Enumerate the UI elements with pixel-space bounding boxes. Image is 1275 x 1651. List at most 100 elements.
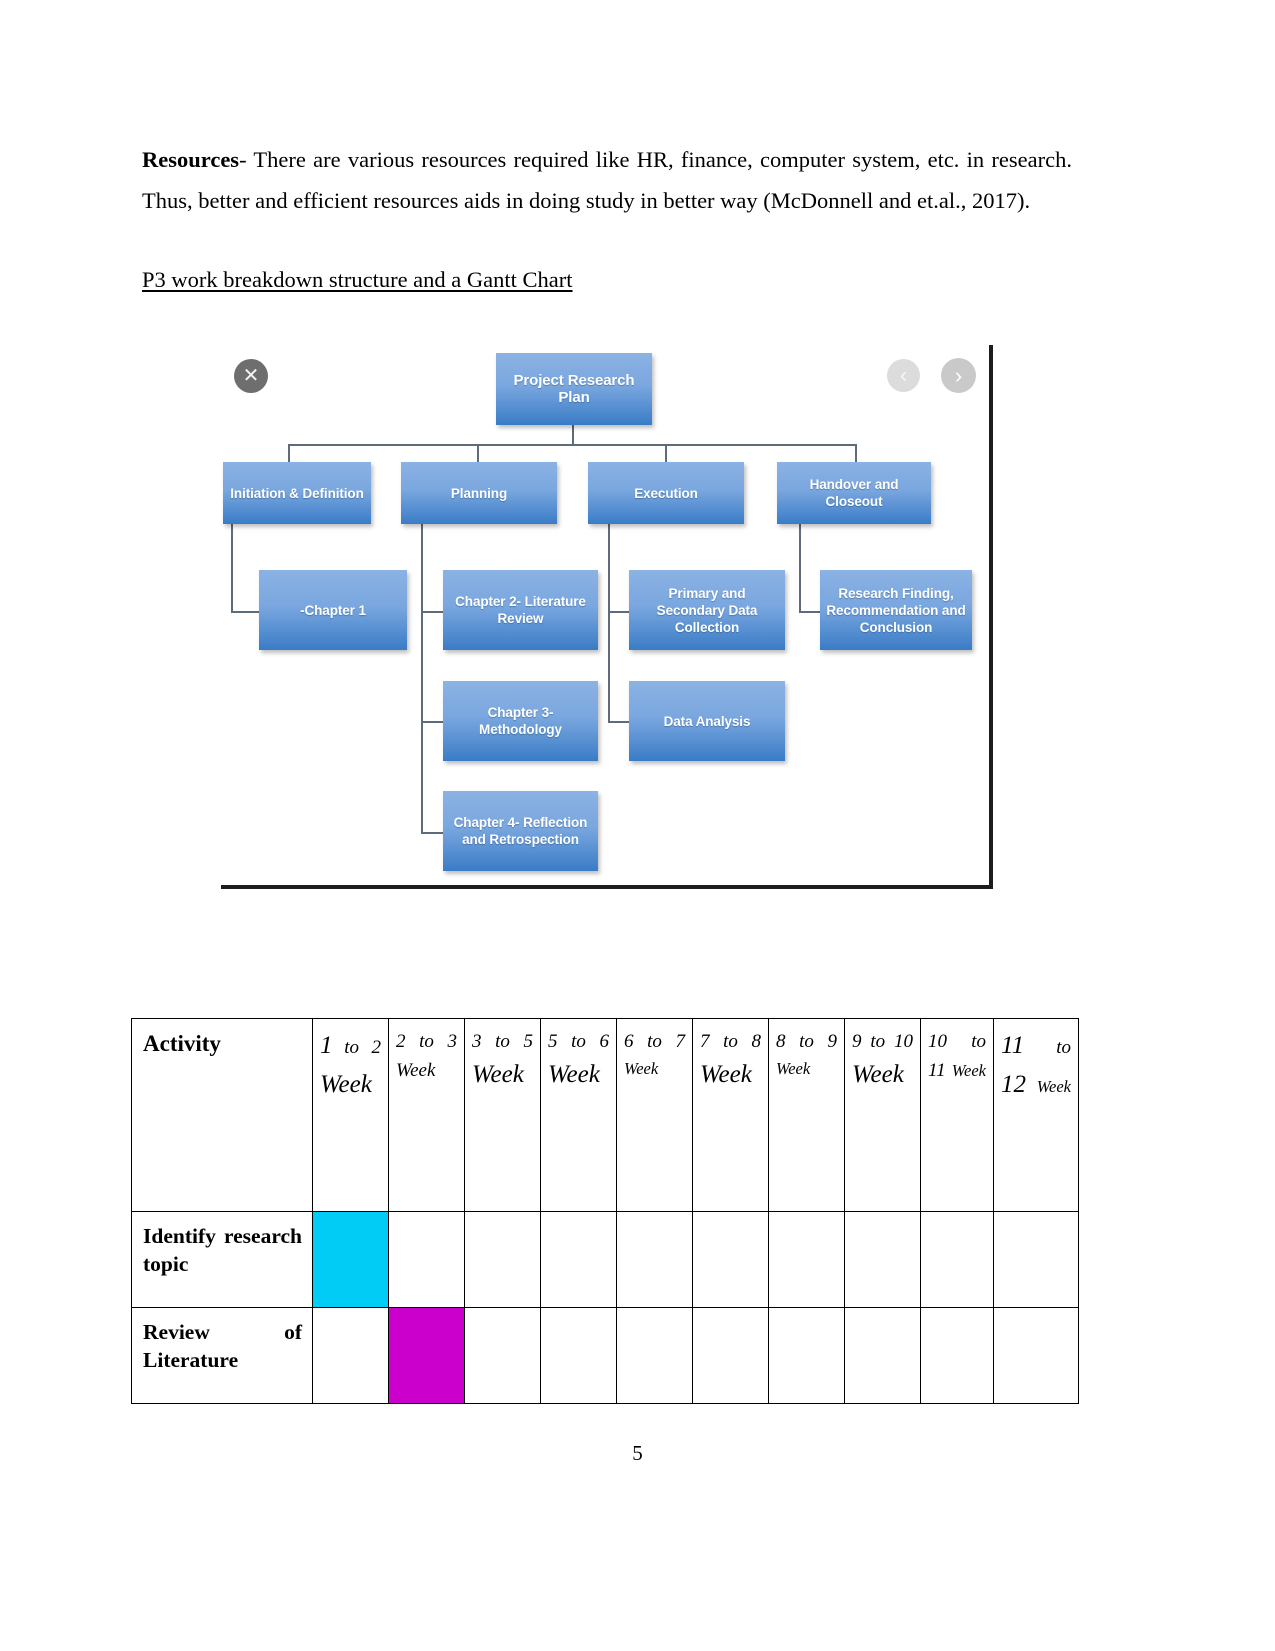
- gantt-header-row: Activity 1 to 2 Week 2 to 3 Week 3 to 5 …: [131, 1018, 1079, 1212]
- wbs-connector: [477, 444, 479, 462]
- wbs-connector: [799, 523, 801, 613]
- close-icon[interactable]: ✕: [234, 359, 268, 393]
- wbs-connector: [572, 425, 574, 445]
- wbs-connector: [608, 523, 610, 723]
- gantt-bar-empty: [845, 1212, 920, 1307]
- gantt-header-part: Week: [320, 1070, 372, 1098]
- gantt-bar-cell[interactable]: [540, 1306, 617, 1404]
- gantt-bar-cell[interactable]: [768, 1211, 845, 1308]
- gantt-bar-empty: [465, 1212, 540, 1307]
- gantt-header-cell-5: 6 to 7 Week: [616, 1018, 693, 1212]
- gantt-bar-cell[interactable]: [464, 1211, 541, 1308]
- gantt-header-cell-1: 1 to 2 Week: [312, 1018, 389, 1212]
- table-row: Identify research topic: [131, 1211, 1079, 1308]
- gantt-bar-cell[interactable]: [388, 1306, 465, 1404]
- gantt-bar-cell[interactable]: [920, 1211, 994, 1308]
- gantt-header-cell-2: 2 to 3 Week: [388, 1018, 465, 1212]
- chevron-right-icon[interactable]: ›: [941, 358, 976, 393]
- wbs-node-chapter4: Chapter 4- Reflection and Retrospection: [443, 791, 598, 871]
- wbs-connector: [231, 523, 233, 613]
- gantt-chart-table: Activity 1 to 2 Week 2 to 3 Week 3 to 5 …: [131, 1018, 1079, 1404]
- gantt-bar-cell[interactable]: [388, 1211, 465, 1308]
- wbs-node-root: Project Research Plan: [496, 353, 652, 425]
- gantt-bar-empty: [994, 1308, 1078, 1403]
- resources-body-text: - There are various resources required l…: [142, 147, 1072, 213]
- gantt-bar-cell[interactable]: [312, 1306, 389, 1404]
- gantt-bar-cell[interactable]: [844, 1211, 921, 1308]
- gantt-bar-cell[interactable]: [464, 1306, 541, 1404]
- wbs-connector: [288, 444, 290, 462]
- gantt-header-part: Week: [472, 1061, 524, 1089]
- gantt-header-part: 5 to 6: [548, 1031, 609, 1052]
- gantt-header-part: 8 to 9: [776, 1031, 837, 1052]
- gantt-header-part: 12: [1001, 1070, 1026, 1098]
- gantt-bar-cell[interactable]: [692, 1306, 769, 1404]
- chevron-left-icon[interactable]: ‹: [887, 359, 920, 392]
- gantt-bar-empty: [313, 1308, 388, 1403]
- gantt-bar-cell[interactable]: [616, 1306, 693, 1404]
- wbs-node-level1-planning: Planning: [401, 462, 557, 524]
- gantt-bar-cell[interactable]: [920, 1306, 994, 1404]
- gantt-bar-cell[interactable]: [993, 1211, 1079, 1308]
- wbs-connector: [421, 523, 423, 833]
- gantt-bar-cell[interactable]: [540, 1211, 617, 1308]
- wbs-node-research-finding: Research Finding, Recommendation and Con…: [820, 570, 972, 650]
- gantt-header-part: 11: [928, 1060, 946, 1082]
- gantt-header-part: Week: [852, 1061, 904, 1089]
- gantt-activity-cell: Identify research topic: [131, 1211, 313, 1308]
- gantt-bar-empty: [617, 1308, 692, 1403]
- gantt-bar-cell[interactable]: [844, 1306, 921, 1404]
- gantt-header-part: 2 to 3: [396, 1031, 457, 1052]
- wbs-connector: [665, 444, 667, 462]
- wbs-node-data-collection: Primary and Secondary Data Collection: [629, 570, 785, 650]
- gantt-header-activity-label: Activity: [143, 1031, 221, 1056]
- gantt-header-cell-8: 9 to 10 Week: [844, 1018, 921, 1212]
- page-number: 5: [632, 1441, 643, 1465]
- gantt-bar-empty: [845, 1308, 920, 1403]
- wbs-diagram-image: ✕ ‹ › Project Research Plan Initiation &…: [221, 345, 993, 889]
- wbs-node-data-analysis: Data Analysis: [629, 681, 785, 761]
- close-icon-glyph: ✕: [242, 365, 260, 387]
- gantt-header-cell-7: 8 to 9 Week: [768, 1018, 845, 1212]
- gantt-header-cell-6: 7 to 8 Week: [692, 1018, 769, 1212]
- gantt-bar-empty: [389, 1212, 464, 1307]
- wbs-node-level1-handover: Handover and Closeout: [777, 462, 931, 524]
- wbs-node-chapter3: Chapter 3- Methodology: [443, 681, 598, 761]
- wbs-connector: [288, 444, 856, 446]
- gantt-bar-cell[interactable]: [692, 1211, 769, 1308]
- gantt-bar-empty: [769, 1212, 844, 1307]
- gantt-header-part: to: [971, 1031, 986, 1052]
- gantt-header-part: 10: [928, 1031, 947, 1052]
- gantt-bar-cell[interactable]: [616, 1211, 693, 1308]
- gantt-bar-empty: [693, 1308, 768, 1403]
- wbs-node-level1-execution: Execution: [588, 462, 744, 524]
- gantt-bar-empty: [994, 1212, 1078, 1307]
- gantt-bar-cell[interactable]: [312, 1211, 389, 1308]
- resources-lead-label: Resources: [142, 147, 240, 172]
- table-row: Review of Literature: [131, 1306, 1079, 1404]
- resources-paragraph: Resources- There are various resources r…: [142, 140, 1072, 221]
- gantt-bar-filled-cyan: [313, 1212, 388, 1307]
- gantt-bar-empty: [541, 1308, 616, 1403]
- gantt-bar-cell[interactable]: [993, 1306, 1079, 1404]
- gantt-bar-empty: [769, 1308, 844, 1403]
- gantt-header-part: 11: [1001, 1032, 1025, 1059]
- gantt-header-part: to: [1056, 1037, 1071, 1058]
- document-page: Resources- There are various resources r…: [0, 0, 1275, 1651]
- wbs-node-chapter2: Chapter 2- Literature Review: [443, 570, 598, 650]
- wbs-connector: [855, 444, 857, 462]
- chevron-right-icon-glyph: ›: [954, 362, 963, 388]
- gantt-header-part: to 2: [344, 1037, 381, 1058]
- gantt-bar-cell[interactable]: [768, 1306, 845, 1404]
- gantt-bar-empty: [693, 1212, 768, 1307]
- gantt-header-part: 3 to 5: [472, 1031, 533, 1052]
- gantt-bar-empty: [465, 1308, 540, 1403]
- gantt-bar-empty: [921, 1212, 993, 1307]
- gantt-activity-label: Identify research topic: [143, 1224, 302, 1276]
- gantt-activity-cell: Review of Literature: [131, 1306, 313, 1404]
- wbs-node-level1-initiation: Initiation & Definition: [223, 462, 371, 524]
- gantt-header-part: 6 to 7: [624, 1031, 685, 1052]
- gantt-activity-label: Review of Literature: [143, 1319, 302, 1372]
- gantt-header-part: Week: [951, 1061, 986, 1081]
- gantt-header-part: Week: [700, 1061, 752, 1089]
